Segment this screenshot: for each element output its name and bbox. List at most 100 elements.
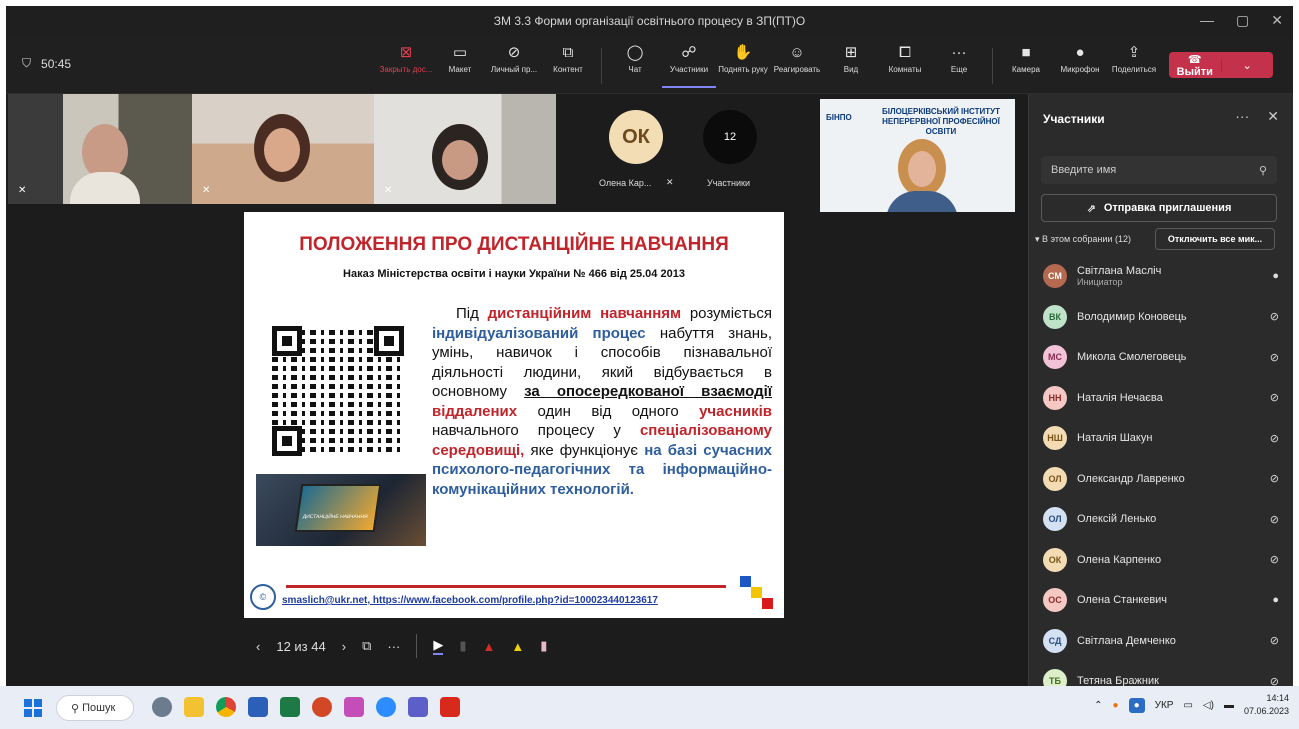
- close-icon[interactable]: ✕: [1271, 12, 1283, 29]
- participant-name-block: Олена Карпенко: [1077, 554, 1270, 566]
- tray-app-icon[interactable]: ●: [1113, 700, 1119, 711]
- more-icon[interactable]: ···: [1235, 108, 1249, 125]
- video-tile-1[interactable]: ✕: [8, 94, 192, 204]
- qr-finder: [374, 326, 404, 356]
- highlighter-icon[interactable]: ▲: [511, 639, 524, 654]
- word-icon[interactable]: [248, 697, 268, 717]
- close-panel-icon[interactable]: ✕: [1267, 108, 1279, 125]
- view-icon: ⊞: [844, 44, 858, 61]
- more-options-icon[interactable]: ···: [387, 639, 400, 654]
- more-button[interactable]: ··· Еще: [932, 44, 986, 88]
- toolbar-buttons: ⊠ Закрыть дос... ▭ Макет ⊘ Личный пр... ⧉ Ко…: [379, 44, 1161, 88]
- chat-button[interactable]: ◯ Чат: [608, 44, 662, 88]
- view-button[interactable]: ⊞ Вид: [824, 44, 878, 88]
- mic-off-icon: ⊘: [1269, 473, 1279, 486]
- language-indicator[interactable]: УКР: [1155, 700, 1174, 711]
- leave-button[interactable]: ☎ Выйти ⌄: [1169, 52, 1273, 78]
- file-explorer-icon[interactable]: [184, 697, 204, 717]
- content-button[interactable]: ⧉ Контент: [541, 44, 595, 88]
- settings-app-icon[interactable]: [152, 697, 172, 717]
- pointer-icon[interactable]: ▶: [433, 637, 444, 655]
- layout-button[interactable]: ▭ Макет: [433, 44, 487, 88]
- network-icon[interactable]: ▭: [1183, 700, 1192, 711]
- laptop-image: ДИСТАНЦІЙНЕ НАВЧАННЯ: [256, 474, 426, 546]
- section-header[interactable]: ▾ В этом собрании (12): [1035, 234, 1131, 245]
- participants-count-label: Участники: [707, 178, 750, 188]
- shared-slide: ПОЛОЖЕННЯ ПРО ДИСТАНЦІЙНЕ НАВЧАННЯ Наказ…: [244, 212, 784, 618]
- search-input[interactable]: Введите имя ⚲: [1041, 156, 1277, 184]
- mute-all-button[interactable]: Отключить все мик...: [1155, 228, 1275, 250]
- teams-icon[interactable]: [408, 697, 428, 717]
- chevron-right-icon[interactable]: ›: [342, 639, 346, 654]
- powerpoint-icon[interactable]: [312, 697, 332, 717]
- video-tile-3[interactable]: ✕: [374, 94, 556, 204]
- contact-link[interactable]: smaslich@ukr.net, https://www.facebook.c…: [282, 595, 658, 606]
- mic-button[interactable]: ● Микрофон: [1053, 44, 1107, 88]
- more-label: Еще: [950, 65, 968, 74]
- maximize-icon[interactable]: ▢: [1236, 12, 1249, 29]
- view-label: Вид: [843, 65, 859, 74]
- pen-red-icon[interactable]: ▲: [483, 639, 496, 654]
- institute-banner: БІЛОЦЕРКІВСЬКИЙ ІНСТИТУТ НЕПЕРЕРВНОЇ ПРО…: [882, 107, 1000, 136]
- participants-button[interactable]: ☍ Участники: [662, 44, 716, 88]
- video-tile-2[interactable]: ✕: [192, 94, 374, 204]
- search-placeholder: Введите имя: [1051, 164, 1117, 176]
- participants-label: Участники: [669, 65, 709, 74]
- presenter-person: [886, 191, 958, 212]
- battery-icon[interactable]: ▬: [1224, 700, 1234, 711]
- participant-row[interactable]: МС Микола Смолеговець ⊘: [1029, 337, 1293, 378]
- mic-tray-icon[interactable]: ●: [1128, 697, 1145, 713]
- grid-view-icon[interactable]: ⧉: [362, 638, 371, 654]
- qr-code: [272, 326, 404, 456]
- title-bar: ЗМ 3.3 Форми організації освітнього проц…: [6, 6, 1293, 36]
- participants-count[interactable]: 12: [703, 110, 757, 164]
- participant-row[interactable]: СД Світлана Демченко ⊘: [1029, 621, 1293, 662]
- zoom-icon[interactable]: [376, 697, 396, 717]
- slide-title: ПОЛОЖЕННЯ ПРО ДИСТАНЦІЙНЕ НАВЧАННЯ: [299, 234, 729, 255]
- share-button[interactable]: ⇪ Поделиться: [1107, 44, 1161, 88]
- react-button[interactable]: ☺ Реагировать: [770, 44, 824, 88]
- participant-role: Инициатор: [1077, 277, 1123, 288]
- eraser-icon[interactable]: ▮: [540, 638, 547, 654]
- chevron-down-icon[interactable]: ⌄: [1220, 58, 1274, 72]
- presenter-video[interactable]: БІНПО БІЛОЦЕРКІВСЬКИЙ ІНСТИТУТ НЕПЕРЕРВН…: [820, 99, 1015, 212]
- volume-icon[interactable]: ◁): [1203, 700, 1214, 711]
- participant-row[interactable]: ОС Олена Станкевич ●: [1029, 580, 1293, 621]
- invite-button[interactable]: ⇗ Отправка приглашения: [1041, 194, 1277, 222]
- participant-row[interactable]: ОК Олена Карпенко ⊘: [1029, 540, 1293, 581]
- mic-off-icon: ⊘: [1269, 392, 1279, 405]
- mic-off-icon: ⊘: [1269, 311, 1279, 324]
- acrobat-icon[interactable]: [440, 697, 460, 717]
- participant-row[interactable]: НШ Наталія Шакун ⊘: [1029, 418, 1293, 459]
- pen-black-icon[interactable]: ▮: [459, 638, 466, 654]
- participant-row[interactable]: СМ Світлана Масліч Инициатор ●: [1029, 256, 1293, 297]
- start-icon[interactable]: [24, 699, 42, 717]
- participant-name-block: Олександр Лавренко: [1077, 473, 1270, 485]
- mic-off-icon: ⊘: [1269, 432, 1279, 445]
- avatar[interactable]: ОК: [609, 110, 663, 164]
- chrome-icon[interactable]: [216, 697, 236, 717]
- private-view-button[interactable]: ⊘ Личный пр...: [487, 44, 541, 88]
- timer-text: 50:45: [41, 56, 72, 71]
- clock[interactable]: 14:14 07.06.2023: [1244, 692, 1289, 718]
- camera-button[interactable]: ■ Камера: [999, 44, 1053, 88]
- participant-row[interactable]: ОЛ Олексій Ленько ⊘: [1029, 499, 1293, 540]
- more-icon: ···: [951, 44, 967, 61]
- stop-share-button[interactable]: ⊠ Закрыть дос...: [379, 44, 433, 88]
- taskbar-search[interactable]: ⚲ Пошук: [56, 695, 134, 721]
- participant-row[interactable]: ВК Володимир Коновець ⊘: [1029, 297, 1293, 338]
- excel-icon[interactable]: [280, 697, 300, 717]
- app-icon[interactable]: [344, 697, 364, 717]
- participant-row[interactable]: ОЛ Олександр Лавренко ⊘: [1029, 459, 1293, 500]
- chevron-left-icon[interactable]: ‹: [256, 639, 260, 654]
- rooms-button[interactable]: ⧠ Комнаты: [878, 44, 932, 88]
- raise-hand-button[interactable]: ✋ Поднять руку: [716, 44, 770, 88]
- avatar: ОС: [1043, 588, 1067, 613]
- participant-row[interactable]: НН Наталія Нечаєва ⊘: [1029, 378, 1293, 419]
- chevron-up-icon[interactable]: ⌃: [1094, 700, 1102, 711]
- minimize-icon[interactable]: —: [1200, 12, 1214, 29]
- content-label: Контент: [553, 65, 583, 74]
- phone-icon: ☎: [1187, 53, 1202, 66]
- meeting-stage: ✕ ✕ ✕ ОК Олена Кар... ✕ 12 Участники БІН…: [6, 94, 1028, 692]
- teams-window: ЗМ 3.3 Форми організації освітнього проц…: [6, 6, 1293, 722]
